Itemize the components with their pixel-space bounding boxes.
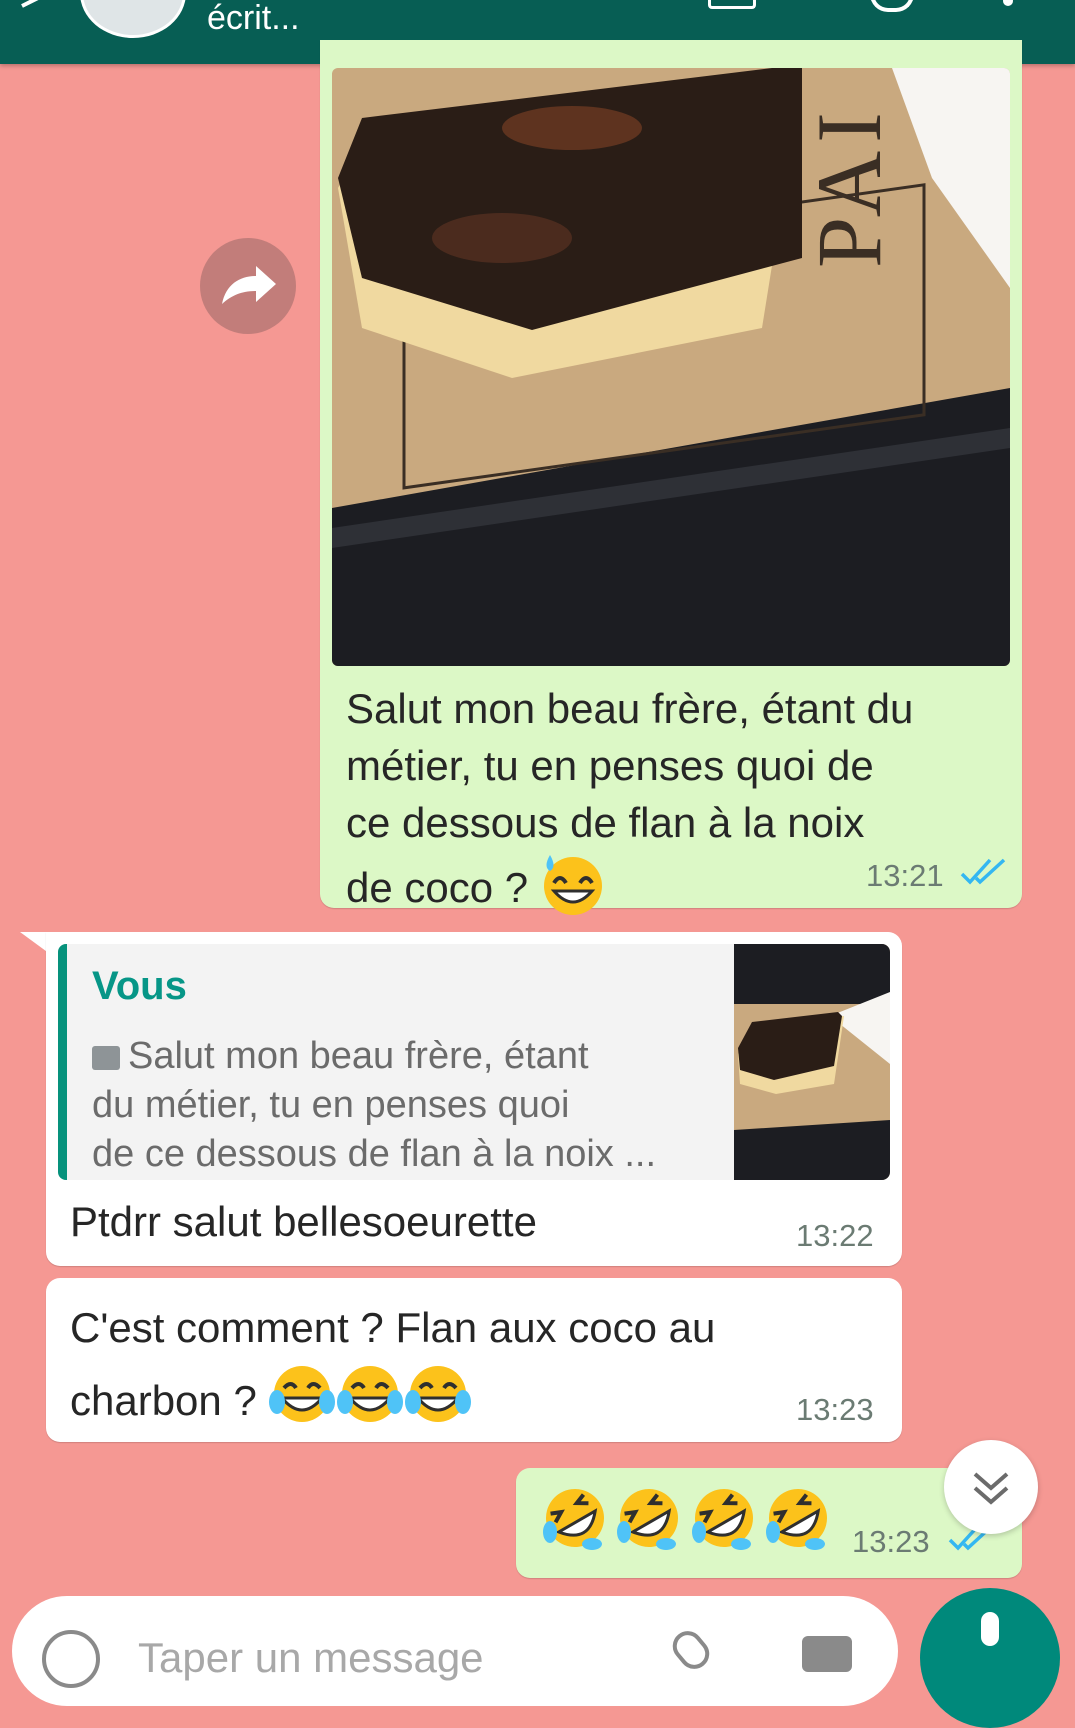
flan-photo[interactable]: PAI: [332, 68, 1010, 666]
face-with-tears-of-joy-emoji: [268, 1362, 336, 1446]
quoted-message[interactable]: Vous Salut mon beau frère, étant du méti…: [58, 944, 890, 1180]
caption-line: ce dessous de flan à la noix: [346, 799, 865, 846]
video-call-icon[interactable]: [708, 0, 756, 9]
message-input[interactable]: Taper un message: [138, 1634, 484, 1682]
back-arrow-icon[interactable]: [20, 0, 48, 8]
microphone-icon: [981, 1612, 999, 1646]
rolling-on-the-floor-laughing-emoji: [614, 1484, 684, 1557]
sent-image-message[interactable]: PAI Salut mon beau frère, étant du métie…: [320, 40, 1022, 915]
rolling-on-the-floor-laughing-emoji: [689, 1484, 759, 1557]
paper-watermark: PAI: [798, 104, 900, 268]
reply-message[interactable]: Vous Salut mon beau frère, étant du méti…: [46, 932, 902, 1266]
quote-thumbnail: [734, 944, 890, 1180]
read-ticks-icon: [960, 858, 1006, 885]
forward-button[interactable]: [200, 238, 296, 334]
message-text: C'est comment ? Flan aux coco au charbon…: [70, 1294, 830, 1446]
voice-call-icon[interactable]: [870, 0, 914, 12]
received-message[interactable]: C'est comment ? Flan aux coco au charbon…: [46, 1278, 902, 1442]
contact-avatar[interactable]: [80, 0, 186, 38]
message-time: 13:22: [796, 1218, 874, 1253]
message-composer: Taper un message: [12, 1596, 898, 1706]
quote-text: Salut mon beau frère, étant du métier, t…: [92, 1035, 657, 1175]
message-time: 13:23: [796, 1392, 874, 1427]
face-with-tears-of-joy-emoji: [336, 1362, 404, 1446]
typing-status: écrit...: [207, 0, 300, 37]
forward-arrow-icon: [222, 266, 276, 304]
message-time: 13:21: [866, 858, 944, 893]
scroll-to-bottom-button[interactable]: [944, 1440, 1038, 1534]
more-options-icon[interactable]: [1003, 0, 1013, 6]
double-chevron-down-icon: [973, 1472, 1009, 1505]
rolling-on-the-floor-laughing-emoji: [763, 1484, 833, 1557]
rolling-on-the-floor-laughing-emoji: [540, 1484, 610, 1557]
camera-icon[interactable]: [802, 1636, 852, 1672]
grinning-face-with-sweat-emoji: [540, 851, 606, 931]
emoji-row: [540, 1484, 833, 1557]
message-text: Ptdrr salut bellesoeurette: [70, 1198, 537, 1245]
face-with-tears-of-joy-emoji: [404, 1362, 472, 1446]
emoji-picker-icon[interactable]: [42, 1630, 100, 1688]
attachment-icon[interactable]: [666, 1625, 716, 1675]
voice-record-button[interactable]: [920, 1588, 1060, 1728]
image-icon: [92, 1046, 120, 1070]
quote-author: Vous: [92, 964, 187, 1008]
caption-line: Salut mon beau frère, étant du: [346, 685, 914, 732]
quote-accent-bar: [58, 944, 67, 1180]
message-time: 13:23: [852, 1524, 930, 1559]
caption-line: métier, tu en penses quoi de: [346, 742, 874, 789]
